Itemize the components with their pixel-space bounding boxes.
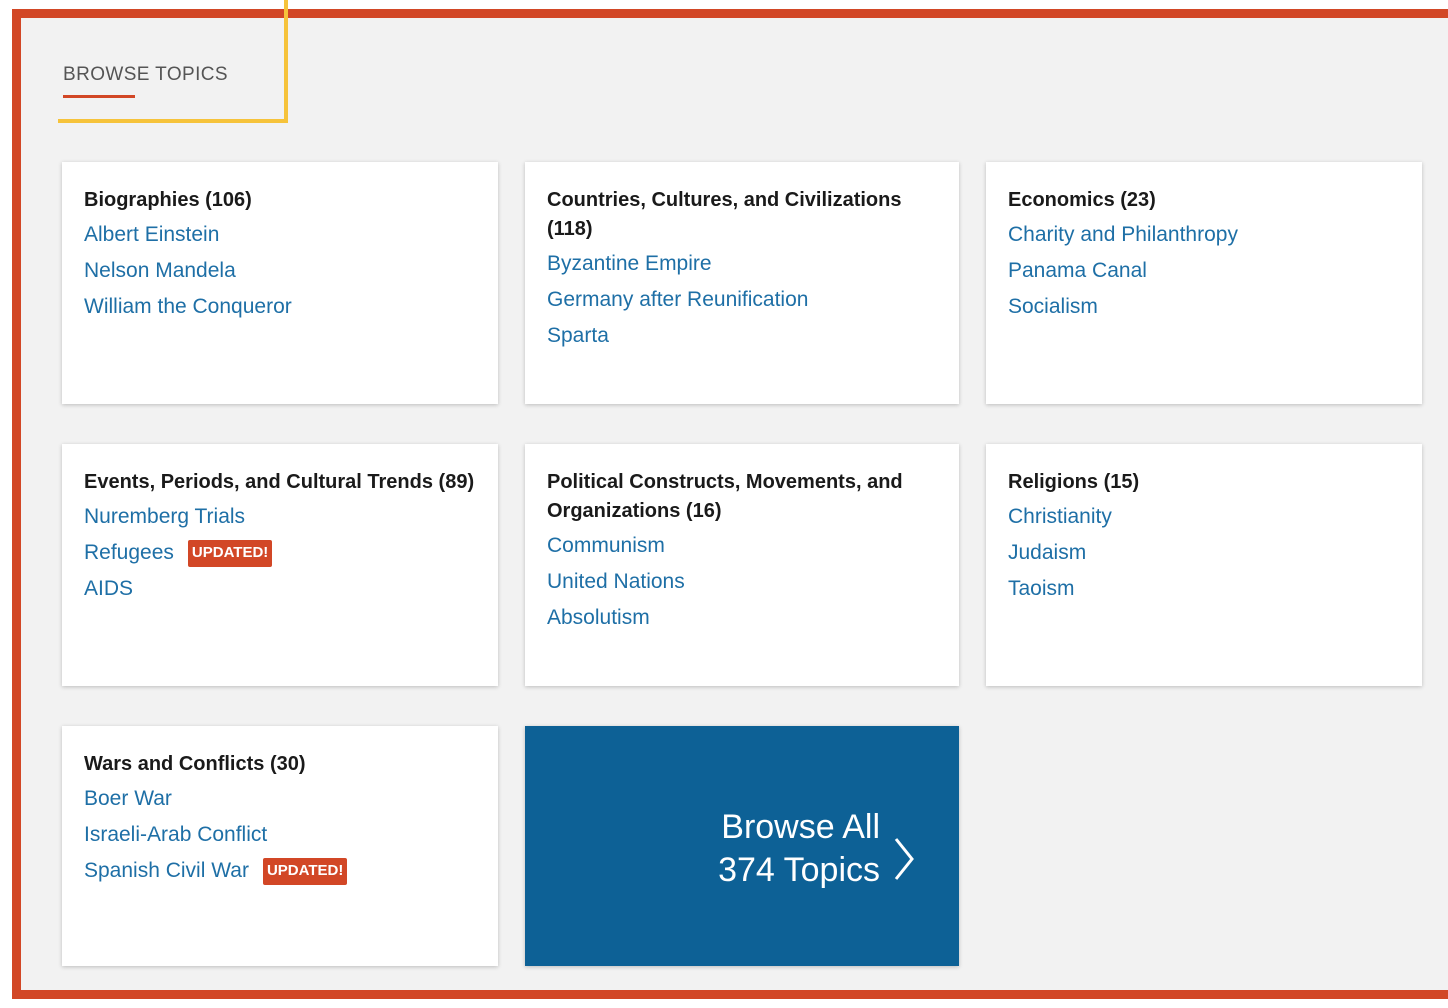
updated-badge: UPDATED! xyxy=(262,858,348,885)
topic-link[interactable]: Panama Canal xyxy=(1008,259,1147,282)
browse-all-line1: Browse All xyxy=(721,808,880,846)
topic-card-wars: Wars and Conflicts (30) Boer War Israeli… xyxy=(62,726,498,966)
card-count: (118) xyxy=(547,218,593,240)
topic-card-religions: Religions (15) Christianity Judaism Taoi… xyxy=(986,444,1422,686)
topic-list: Charity and Philanthropy Panama Canal So… xyxy=(1008,217,1400,325)
topic-link[interactable]: Refugees xyxy=(84,541,174,564)
list-item: Judaism xyxy=(1008,535,1400,571)
topic-list: Byzantine Empire Germany after Reunifica… xyxy=(547,246,937,354)
topic-link[interactable]: Christianity xyxy=(1008,505,1112,528)
topic-link[interactable]: Nelson Mandela xyxy=(84,259,236,282)
card-title-text: Countries, Cultures, and Civilizations xyxy=(547,189,902,211)
updated-badge: UPDATED! xyxy=(187,540,273,567)
browse-all-label: Browse All 374 Topics xyxy=(718,806,880,892)
card-title-text: Events, Periods, and Cultural Trends xyxy=(84,471,433,493)
list-item: Socialism xyxy=(1008,289,1400,325)
card-title[interactable]: Religions (15) xyxy=(1008,468,1400,497)
card-title-text: Wars and Conflicts xyxy=(84,753,265,775)
topic-card-countries: Countries, Cultures, and Civilizations (… xyxy=(525,162,959,404)
list-item: Communism xyxy=(547,528,937,564)
topic-card-events: Events, Periods, and Cultural Trends (89… xyxy=(62,444,498,686)
card-title-text: Economics xyxy=(1008,189,1115,211)
topic-link[interactable]: Charity and Philanthropy xyxy=(1008,223,1238,246)
topic-link[interactable]: Byzantine Empire xyxy=(547,252,712,275)
topic-link[interactable]: United Nations xyxy=(547,570,685,593)
topic-link[interactable]: Absolutism xyxy=(547,606,650,629)
card-title[interactable]: Biographies (106) xyxy=(84,186,476,215)
browse-all-button[interactable]: Browse All 374 Topics xyxy=(525,726,959,966)
topic-card-biographies: Biographies (106) Albert Einstein Nelson… xyxy=(62,162,498,404)
card-title[interactable]: Economics (23) xyxy=(1008,186,1400,215)
chevron-right-icon xyxy=(894,838,914,880)
topic-link[interactable]: William the Conqueror xyxy=(84,295,292,318)
list-item: Charity and Philanthropy xyxy=(1008,217,1400,253)
topic-link[interactable]: Socialism xyxy=(1008,295,1098,318)
card-count: (30) xyxy=(269,753,306,775)
topic-list: Nuremberg Trials Refugees UPDATED! AIDS xyxy=(84,499,476,607)
topic-link[interactable]: Germany after Reunification xyxy=(547,288,808,311)
topic-link[interactable]: Nuremberg Trials xyxy=(84,505,245,528)
list-item: AIDS xyxy=(84,571,476,607)
topic-link[interactable]: Taoism xyxy=(1008,577,1075,600)
card-title[interactable]: Events, Periods, and Cultural Trends (89… xyxy=(84,468,476,497)
card-count: (106) xyxy=(205,189,252,211)
topic-link[interactable]: AIDS xyxy=(84,577,133,600)
topic-link[interactable]: Sparta xyxy=(547,324,609,347)
list-item: Christianity xyxy=(1008,499,1400,535)
card-count: (16) xyxy=(685,500,722,522)
list-item: Byzantine Empire xyxy=(547,246,937,282)
list-item: Albert Einstein xyxy=(84,217,476,253)
topic-card-economics: Economics (23) Charity and Philanthropy … xyxy=(986,162,1422,404)
list-item: United Nations xyxy=(547,564,937,600)
topic-link[interactable]: Communism xyxy=(547,534,665,557)
card-title[interactable]: Wars and Conflicts (30) xyxy=(84,750,476,779)
topic-card-political: Political Constructs, Movements, and Org… xyxy=(525,444,959,686)
list-item: Boer War xyxy=(84,781,476,817)
list-item: Taoism xyxy=(1008,571,1400,607)
topic-list: Communism United Nations Absolutism xyxy=(547,528,937,636)
topic-list: Albert Einstein Nelson Mandela William t… xyxy=(84,217,476,325)
list-item: Nuremberg Trials xyxy=(84,499,476,535)
list-item: William the Conqueror xyxy=(84,289,476,325)
topic-list: Christianity Judaism Taoism xyxy=(1008,499,1400,607)
section-heading: BROWSE TOPICS xyxy=(63,64,228,85)
list-item: Germany after Reunification xyxy=(547,282,937,318)
card-title[interactable]: Political Constructs, Movements, and Org… xyxy=(547,468,937,526)
topic-link[interactable]: Boer War xyxy=(84,787,172,810)
list-item: Refugees UPDATED! xyxy=(84,535,476,571)
topic-list: Boer War Israeli-Arab Conflict Spanish C… xyxy=(84,781,476,889)
card-count: (89) xyxy=(438,471,475,493)
list-item: Spanish Civil War UPDATED! xyxy=(84,853,476,889)
card-title-text: Biographies xyxy=(84,189,200,211)
card-title-text: Religions xyxy=(1008,471,1099,493)
topic-link[interactable]: Albert Einstein xyxy=(84,223,219,246)
list-item: Nelson Mandela xyxy=(84,253,476,289)
heading-underline xyxy=(63,95,135,98)
card-count: (23) xyxy=(1120,189,1156,211)
topic-link[interactable]: Israeli-Arab Conflict xyxy=(84,823,267,846)
list-item: Sparta xyxy=(547,318,937,354)
list-item: Panama Canal xyxy=(1008,253,1400,289)
card-title[interactable]: Countries, Cultures, and Civilizations (… xyxy=(547,186,937,244)
topic-link[interactable]: Spanish Civil War xyxy=(84,859,249,882)
list-item: Israeli-Arab Conflict xyxy=(84,817,476,853)
card-title-text: Political Constructs, Movements, and Org… xyxy=(547,471,903,522)
card-count: (15) xyxy=(1103,471,1140,493)
list-item: Absolutism xyxy=(547,600,937,636)
browse-all-line2: 374 Topics xyxy=(718,851,880,889)
topic-link[interactable]: Judaism xyxy=(1008,541,1086,564)
focus-highlight xyxy=(58,0,288,123)
